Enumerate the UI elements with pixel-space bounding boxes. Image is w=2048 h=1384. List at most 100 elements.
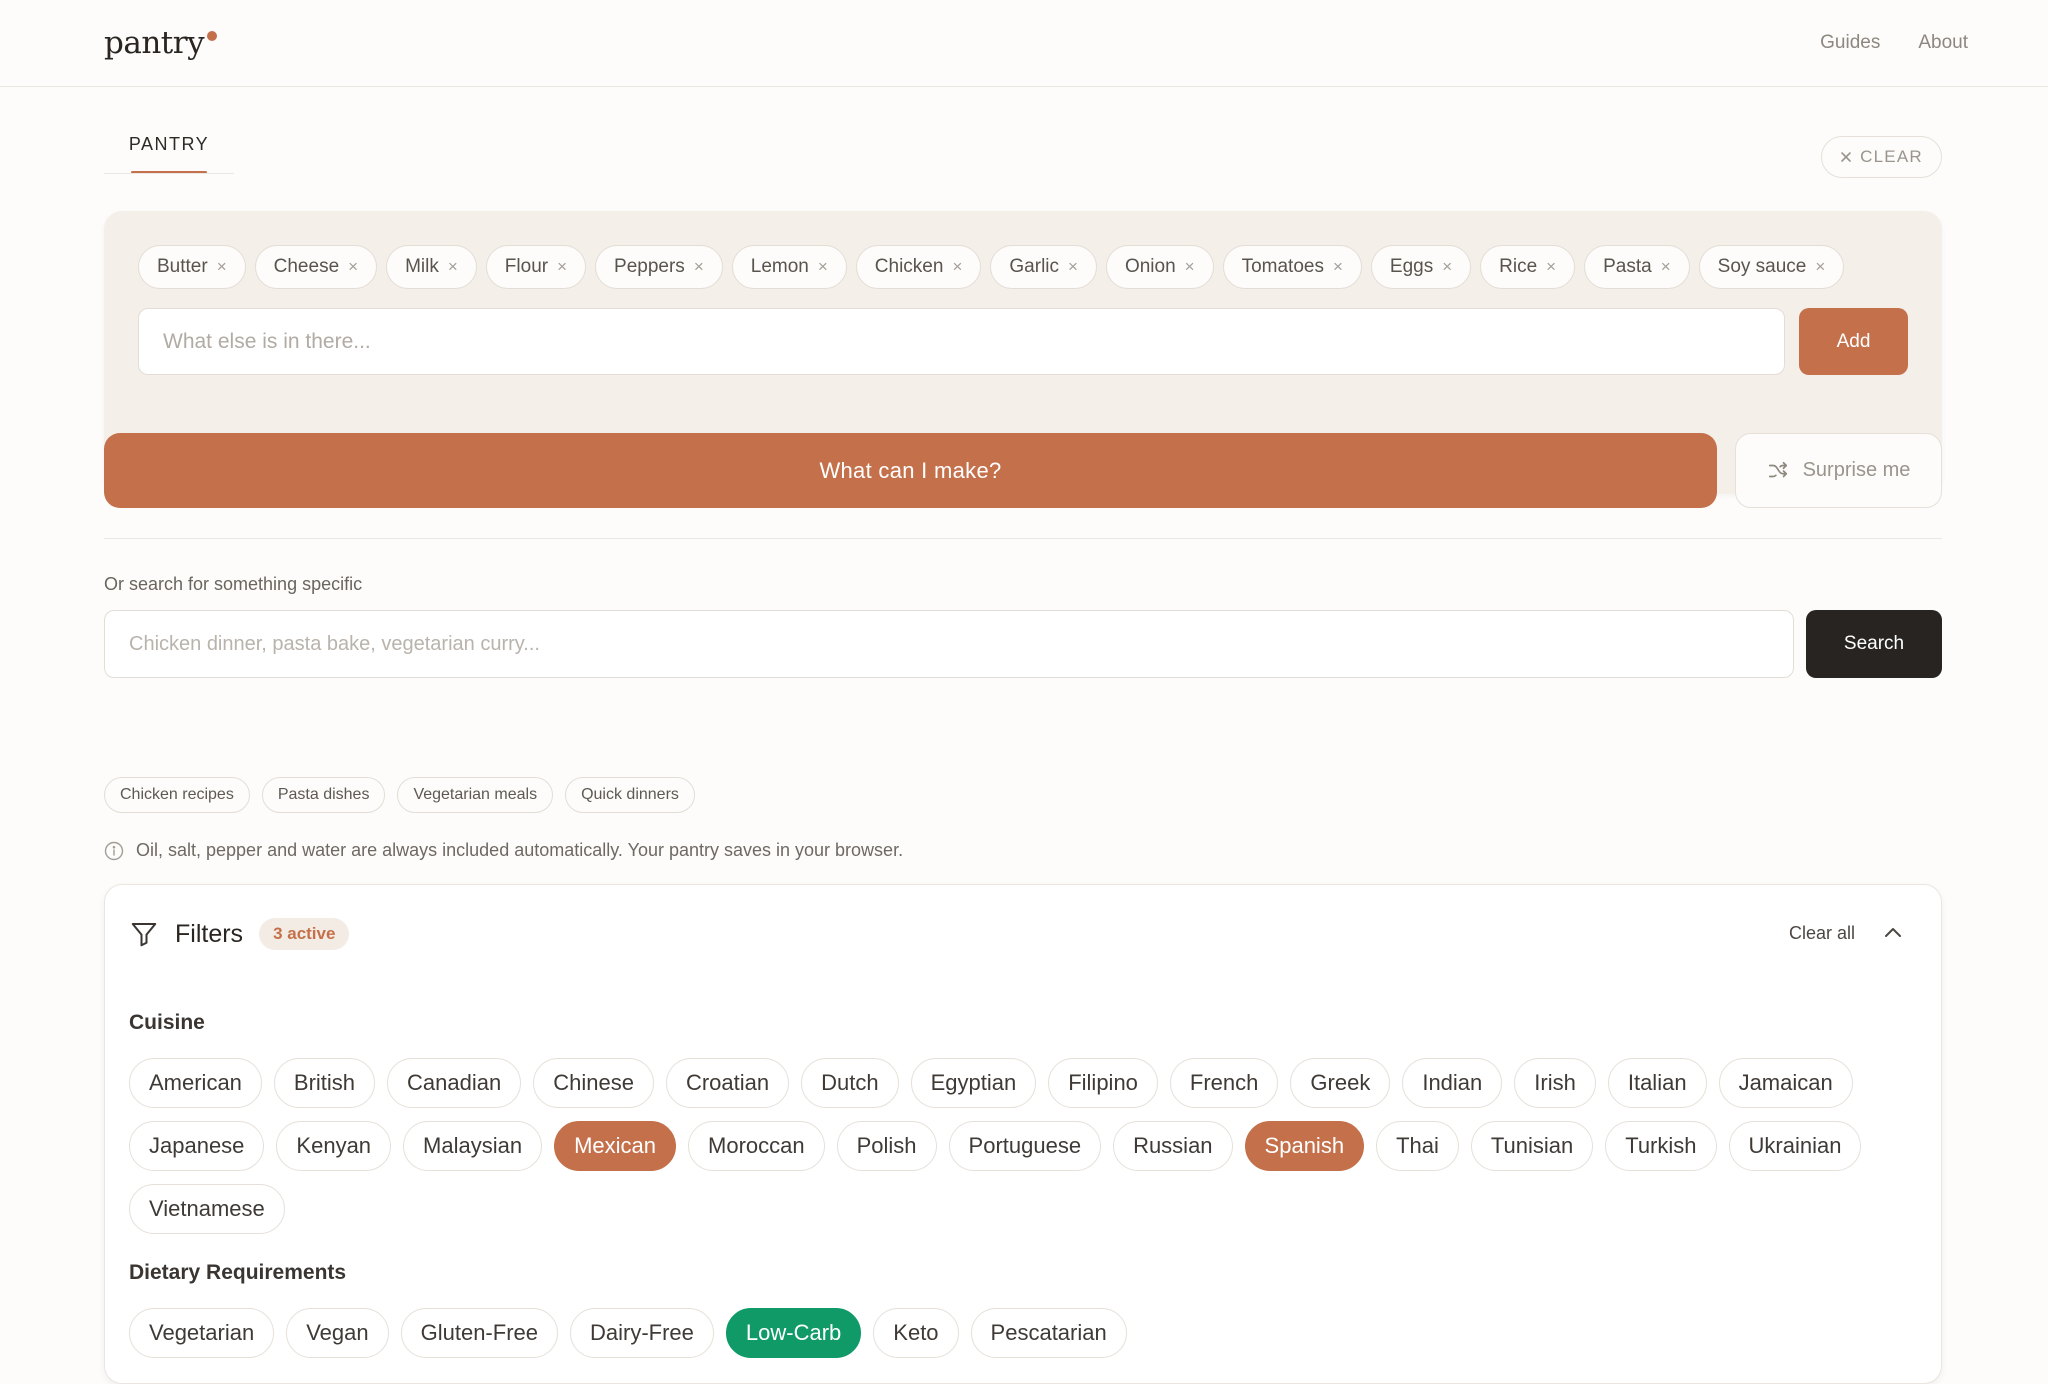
- cuisine-pill-croatian[interactable]: Croatian: [665, 1058, 790, 1108]
- dietary-pill-keto[interactable]: Keto: [873, 1308, 959, 1358]
- cuisine-pill-malaysian[interactable]: Malaysian: [403, 1121, 543, 1171]
- cuisine-pill-turkish[interactable]: Turkish: [1605, 1121, 1717, 1171]
- pantry-chip-tomatoes[interactable]: Tomatoes ×: [1222, 245, 1362, 289]
- cuisine-pill-mexican[interactable]: Mexican: [554, 1121, 677, 1171]
- cuisine-pill-jamaican[interactable]: Jamaican: [1718, 1058, 1853, 1108]
- clear-pantry-button[interactable]: CLEAR: [1821, 136, 1942, 178]
- pantry-chip-pasta[interactable]: Pasta ×: [1584, 245, 1690, 289]
- pantry-chip-milk[interactable]: Milk ×: [386, 245, 477, 289]
- cuisine-pill-filipino[interactable]: Filipino: [1048, 1058, 1158, 1108]
- recipe-search-input[interactable]: Chicken dinner, pasta bake, vegetarian c…: [104, 610, 1794, 678]
- what-can-i-make-button[interactable]: What can I make?: [104, 433, 1717, 508]
- cuisine-pill-british[interactable]: British: [273, 1058, 376, 1108]
- cuisine-pill-irish[interactable]: Irish: [1514, 1058, 1596, 1108]
- remove-icon[interactable]: ×: [1815, 257, 1825, 277]
- tab-underline-divider: [104, 173, 234, 174]
- pantry-chip-label: Flour: [504, 256, 549, 277]
- pantry-chip-butter[interactable]: Butter ×: [138, 245, 246, 289]
- logo[interactable]: pantry: [104, 25, 218, 61]
- top-nav: Guides About: [1820, 32, 1968, 54]
- remove-icon[interactable]: ×: [1333, 257, 1343, 277]
- search-suggestions: Chicken recipes Pasta dishes Vegetarian me…: [104, 777, 695, 813]
- pantry-chip-lemon[interactable]: Lemon ×: [731, 245, 847, 289]
- pantry-chip-cheese[interactable]: Cheese ×: [254, 245, 378, 289]
- suggestion-vegetarian-meals[interactable]: Vegetarian meals: [397, 777, 554, 813]
- info-note: Oil, salt, pepper and water are always i…: [104, 840, 903, 861]
- dietary-pill-vegetarian[interactable]: Vegetarian: [129, 1308, 275, 1358]
- dietary-options: Vegetarian Vegan Gluten-Free Dairy-Free Low-…: [129, 1308, 1919, 1358]
- remove-icon[interactable]: ×: [1442, 257, 1452, 277]
- remove-icon[interactable]: ×: [348, 257, 358, 277]
- remove-icon[interactable]: ×: [952, 257, 962, 277]
- cuisine-pill-japanese[interactable]: Japanese: [129, 1121, 265, 1171]
- pantry-chip-label: Milk: [405, 256, 439, 277]
- pantry-chip-onion[interactable]: Onion ×: [1105, 245, 1214, 289]
- dietary-pill-pescatarian[interactable]: Pescatarian: [970, 1308, 1127, 1358]
- pantry-chip-soy-sauce[interactable]: Soy sauce ×: [1698, 245, 1845, 289]
- cuisine-pill-greek[interactable]: Greek: [1290, 1058, 1391, 1108]
- remove-icon[interactable]: ×: [1068, 257, 1078, 277]
- logo-dot-icon: [207, 31, 218, 41]
- search-button[interactable]: Search: [1806, 610, 1942, 678]
- pantry-chip-peppers[interactable]: Peppers ×: [595, 245, 723, 289]
- remove-icon[interactable]: ×: [818, 257, 828, 277]
- remove-icon[interactable]: ×: [1185, 257, 1195, 277]
- cuisine-pill-russian[interactable]: Russian: [1113, 1121, 1233, 1171]
- nav-link-about[interactable]: About: [1918, 32, 1968, 54]
- chevron-up-icon[interactable]: [1883, 925, 1903, 939]
- remove-icon[interactable]: ×: [694, 257, 704, 277]
- remove-icon[interactable]: ×: [1546, 257, 1556, 277]
- dietary-pill-vegan[interactable]: Vegan: [286, 1308, 389, 1358]
- cuisine-pill-spanish[interactable]: Spanish: [1244, 1121, 1365, 1171]
- cuisine-pill-tunisian[interactable]: Tunisian: [1470, 1121, 1594, 1171]
- cuisine-pill-french[interactable]: French: [1169, 1058, 1279, 1108]
- cuisine-pill-portuguese[interactable]: Portuguese: [948, 1121, 1102, 1171]
- remove-icon[interactable]: ×: [557, 257, 567, 277]
- suggestion-quick-dinners[interactable]: Quick dinners: [565, 777, 695, 813]
- pantry-chips: Butter × Cheese × Milk × Flour × Peppers × Lemon × C…: [138, 245, 1845, 289]
- pantry-chip-garlic[interactable]: Garlic ×: [990, 245, 1097, 289]
- cuisine-pill-polish[interactable]: Polish: [836, 1121, 937, 1171]
- shuffle-icon: [1768, 461, 1787, 477]
- clear-all-filters-button[interactable]: Clear all: [1789, 923, 1855, 944]
- cuisine-pill-italian[interactable]: Italian: [1607, 1058, 1707, 1108]
- top-bar: pantry Guides About: [0, 0, 2048, 87]
- cuisine-pill-chinese[interactable]: Chinese: [533, 1058, 654, 1108]
- remove-icon[interactable]: ×: [448, 257, 458, 277]
- cuisine-pill-dutch[interactable]: Dutch: [801, 1058, 899, 1108]
- surprise-me-button[interactable]: Surprise me: [1735, 433, 1942, 508]
- pantry-chip-label: Tomatoes: [1241, 256, 1324, 277]
- cuisine-pill-american[interactable]: American: [129, 1058, 262, 1108]
- cuisine-pill-canadian[interactable]: Canadian: [387, 1058, 522, 1108]
- suggestion-pasta-dishes[interactable]: Pasta dishes: [261, 777, 386, 813]
- remove-icon[interactable]: ×: [1661, 257, 1671, 277]
- cuisine-pill-indian[interactable]: Indian: [1402, 1058, 1503, 1108]
- tab-pantry[interactable]: PANTRY: [104, 134, 234, 174]
- cuisine-section-title: Cuisine: [129, 1011, 205, 1034]
- filters-header[interactable]: Filters 3 active: [129, 918, 350, 950]
- nav-link-guides[interactable]: Guides: [1820, 32, 1880, 54]
- pantry-ingredient-input[interactable]: What else is in there...: [138, 308, 1785, 375]
- pantry-chip-rice[interactable]: Rice ×: [1480, 245, 1576, 289]
- filter-funnel-icon: [131, 923, 157, 947]
- pantry-chip-flour[interactable]: Flour ×: [485, 245, 587, 289]
- add-ingredient-button[interactable]: Add: [1799, 308, 1908, 375]
- cuisine-pill-thai[interactable]: Thai: [1376, 1121, 1459, 1171]
- cuisine-pill-vietnamese[interactable]: Vietnamese: [129, 1184, 285, 1234]
- remove-icon[interactable]: ×: [217, 257, 227, 277]
- filters-title: Filters: [175, 919, 244, 948]
- pantry-chip-eggs[interactable]: Eggs ×: [1370, 245, 1472, 289]
- pantry-chip-label: Garlic: [1009, 256, 1060, 277]
- cuisine-pill-moroccan[interactable]: Moroccan: [688, 1121, 825, 1171]
- cuisine-pill-ukrainian[interactable]: Ukrainian: [1728, 1121, 1862, 1171]
- pantry-chip-label: Lemon: [750, 256, 809, 277]
- cuisine-pill-egyptian[interactable]: Egyptian: [910, 1058, 1037, 1108]
- pantry-chip-chicken[interactable]: Chicken ×: [855, 245, 982, 289]
- dietary-pill-low-carb[interactable]: Low-Carb: [725, 1308, 862, 1358]
- dietary-pill-dairy-free[interactable]: Dairy-Free: [570, 1308, 714, 1358]
- surprise-label: Surprise me: [1802, 459, 1911, 481]
- dietary-pill-gluten-free[interactable]: Gluten-Free: [400, 1308, 558, 1358]
- suggestion-chicken-recipes[interactable]: Chicken recipes: [104, 777, 250, 813]
- cuisine-pill-kenyan[interactable]: Kenyan: [276, 1121, 392, 1171]
- pantry-chip-label: Chicken: [874, 256, 944, 277]
